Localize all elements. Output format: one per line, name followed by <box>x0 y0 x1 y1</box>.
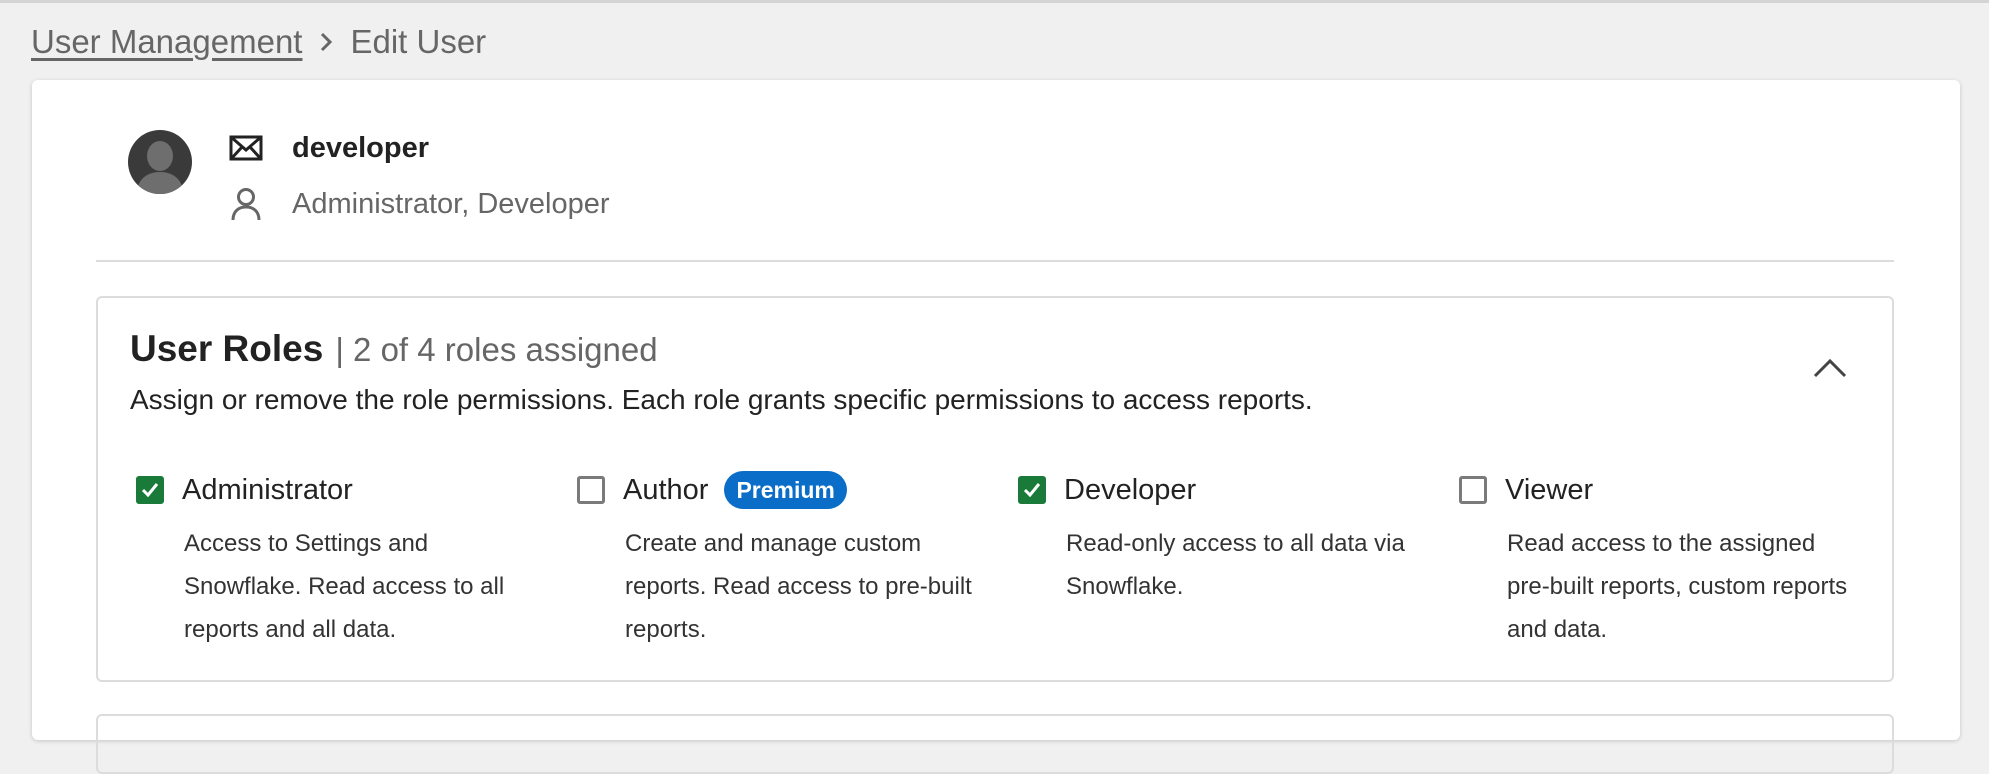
breadcrumb: User Management Edit User <box>31 23 486 61</box>
envelope-icon <box>228 130 264 166</box>
role-author: Author Premium Create and manage custom … <box>577 470 977 651</box>
role-label[interactable]: Author <box>623 474 708 507</box>
user-roles-panel: User Roles | 2 of 4 roles assigned Assig… <box>96 296 1894 682</box>
role-description: Read-only access to all data via Snowfla… <box>1066 530 1405 600</box>
developer-checkbox[interactable] <box>1018 476 1046 504</box>
role-administrator: Administrator Access to Settings and Sno… <box>136 470 536 651</box>
role-description: Create and manage custom reports. Read a… <box>625 530 972 643</box>
user-email-row: developer <box>228 130 429 166</box>
avatar <box>128 130 192 194</box>
person-icon <box>228 186 264 222</box>
role-developer: Developer Read-only access to all data v… <box>1018 470 1418 608</box>
chevron-up-icon <box>1812 357 1848 384</box>
roles-description: Assign or remove the role permissions. E… <box>130 384 1313 415</box>
role-label[interactable]: Viewer <box>1505 474 1593 507</box>
roles-title: User Roles <box>130 328 324 369</box>
role-label[interactable]: Administrator <box>182 474 353 507</box>
edit-user-card: developer Administrator, Developer User … <box>32 80 1960 774</box>
divider <box>96 260 1894 262</box>
user-roles-summary: Administrator, Developer <box>292 187 610 220</box>
viewer-checkbox[interactable] <box>1459 476 1487 504</box>
role-label[interactable]: Developer <box>1064 474 1196 507</box>
administrator-checkbox[interactable] <box>136 476 164 504</box>
roles-count: | 2 of 4 roles assigned <box>335 331 658 368</box>
roles-title-row: User Roles | 2 of 4 roles assigned <box>130 328 658 370</box>
breadcrumb-current: Edit User <box>350 23 487 60</box>
collapse-button[interactable] <box>1808 348 1852 392</box>
breadcrumb-user-management-link[interactable]: User Management <box>31 23 302 61</box>
user-summary: developer Administrator, Developer <box>128 130 1928 240</box>
user-roles-row: Administrator, Developer <box>228 186 610 222</box>
role-viewer: Viewer Read access to the assigned pre-b… <box>1459 470 1859 651</box>
premium-badge: Premium <box>724 471 847 509</box>
role-description: Read access to the assigned pre-built re… <box>1507 530 1848 643</box>
chevron-right-icon <box>302 31 350 53</box>
next-section-panel <box>96 714 1894 774</box>
author-checkbox[interactable] <box>577 476 605 504</box>
user-email: developer <box>292 131 429 164</box>
role-description: Access to Settings and Snowflake. Read a… <box>184 530 505 643</box>
